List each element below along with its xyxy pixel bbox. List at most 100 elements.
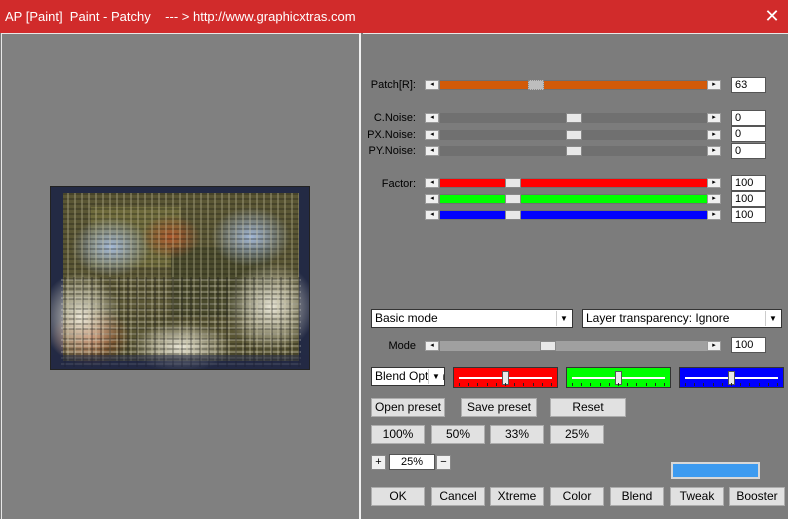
- slider-tick: [609, 383, 610, 386]
- controls-pane: [363, 33, 788, 519]
- green-color-slider[interactable]: [566, 367, 671, 388]
- factor-blue-left-arrow[interactable]: ◂: [425, 210, 439, 220]
- c-noise-value[interactable]: 0: [731, 110, 766, 126]
- zoom-25-button[interactable]: 25%: [550, 425, 604, 444]
- px-noise-label: PX.Noise:: [367, 129, 416, 141]
- slider-tick: [655, 383, 656, 386]
- slider-tick: [646, 383, 647, 386]
- zoom-value: 25%: [389, 454, 435, 470]
- preview-pane: [1, 33, 361, 519]
- patch-value[interactable]: 63: [731, 77, 766, 93]
- factor-red-value[interactable]: 100: [731, 175, 766, 191]
- factor-blue-right-arrow[interactable]: ▸: [707, 210, 721, 220]
- slider-tick: [505, 383, 506, 386]
- slider-tick: [627, 383, 628, 386]
- chevron-down-icon: ▼: [556, 311, 571, 326]
- zoom-100-button[interactable]: 100%: [371, 425, 425, 444]
- mode-label: Mode: [388, 340, 416, 352]
- booster-button[interactable]: Booster: [729, 487, 785, 506]
- red-color-slider[interactable]: [453, 367, 558, 388]
- color-button[interactable]: Color: [550, 487, 604, 506]
- c-noise-label: C.Noise:: [373, 112, 416, 124]
- slider-tick: [496, 383, 497, 386]
- save-preset-button[interactable]: Save preset: [461, 398, 537, 417]
- factor-green-left-arrow[interactable]: ◂: [425, 194, 439, 204]
- factor-red-thumb[interactable]: [505, 178, 521, 188]
- mode-value[interactable]: 100: [731, 337, 766, 353]
- patch-right-arrow[interactable]: ▸: [707, 80, 721, 90]
- slider-tick: [740, 383, 741, 386]
- factor-red-slider[interactable]: [440, 178, 707, 188]
- px-noise-thumb[interactable]: [566, 130, 582, 140]
- py-noise-label: PY.Noise:: [368, 145, 417, 157]
- reset-button[interactable]: Reset: [550, 398, 626, 417]
- open-preset-button[interactable]: Open preset: [371, 398, 445, 417]
- slider-tick: [636, 383, 637, 386]
- factor-red-fill: [440, 179, 707, 187]
- factor-red-left-arrow[interactable]: ◂: [425, 178, 439, 188]
- factor-blue-slider[interactable]: [440, 210, 707, 220]
- py-noise-left-arrow[interactable]: ◂: [425, 146, 439, 156]
- slider-tick: [749, 383, 750, 386]
- patch-left-arrow[interactable]: ◂: [425, 80, 439, 90]
- factor-green-value[interactable]: 100: [731, 191, 766, 207]
- ok-button[interactable]: OK: [371, 487, 425, 506]
- factor-label: Factor:: [381, 178, 416, 190]
- blend-options-select[interactable]: Blend Options ▼: [371, 367, 445, 386]
- xtreme-button[interactable]: Xtreme: [490, 487, 544, 506]
- c-noise-left-arrow[interactable]: ◂: [425, 113, 439, 123]
- basic-mode-select[interactable]: Basic mode ▼: [371, 309, 573, 328]
- py-noise-thumb[interactable]: [566, 146, 582, 156]
- px-noise-slider[interactable]: [440, 130, 707, 140]
- slider-tick: [572, 383, 573, 386]
- zoom-out-button[interactable]: −: [436, 455, 451, 470]
- blend-button[interactable]: Blend: [610, 487, 664, 506]
- patchy-preview-graphic: [51, 187, 309, 369]
- mode-left-arrow[interactable]: ◂: [425, 341, 439, 351]
- px-noise-value[interactable]: 0: [731, 126, 766, 142]
- cancel-button[interactable]: Cancel: [431, 487, 485, 506]
- zoom-in-button[interactable]: +: [371, 455, 386, 470]
- mode-thumb[interactable]: [540, 341, 556, 351]
- slider-tick: [542, 383, 543, 386]
- zoom-50-button[interactable]: 50%: [431, 425, 485, 444]
- factor-green-right-arrow[interactable]: ▸: [707, 194, 721, 204]
- factor-blue-value[interactable]: 100: [731, 207, 766, 223]
- mode-slider[interactable]: [440, 341, 707, 351]
- slider-tick: [664, 383, 665, 386]
- title-bar: AP [Paint] Paint - Patchy --- > http://w…: [0, 0, 788, 33]
- layer-transparency-select[interactable]: Layer transparency: Ignore ▼: [582, 309, 782, 328]
- py-noise-right-arrow[interactable]: ▸: [707, 146, 721, 156]
- py-noise-slider[interactable]: [440, 146, 707, 156]
- color-swatch[interactable]: [671, 462, 760, 479]
- c-noise-right-arrow[interactable]: ▸: [707, 113, 721, 123]
- factor-green-slider[interactable]: [440, 194, 707, 204]
- slider-tick: [551, 383, 552, 386]
- mode-right-arrow[interactable]: ▸: [707, 341, 721, 351]
- slider-tick: [533, 383, 534, 386]
- factor-red-right-arrow[interactable]: ▸: [707, 178, 721, 188]
- preview-image[interactable]: [50, 186, 310, 370]
- slider-tick: [768, 383, 769, 386]
- tweak-button[interactable]: Tweak: [670, 487, 724, 506]
- patch-slider[interactable]: [440, 80, 707, 90]
- factor-blue-thumb[interactable]: [505, 210, 521, 220]
- factor-green-thumb[interactable]: [505, 194, 521, 204]
- zoom-33-button[interactable]: 33%: [490, 425, 544, 444]
- py-noise-value[interactable]: 0: [731, 143, 766, 159]
- close-icon[interactable]: ✕: [762, 5, 782, 27]
- basic-mode-value: Basic mode: [375, 311, 438, 325]
- slider-tick: [777, 383, 778, 386]
- slider-tick: [618, 383, 619, 386]
- slider-tick: [685, 383, 686, 386]
- slider-tick: [759, 383, 760, 386]
- px-noise-right-arrow[interactable]: ▸: [707, 130, 721, 140]
- patch-thumb[interactable]: [528, 80, 544, 90]
- c-noise-thumb[interactable]: [566, 113, 582, 123]
- blue-color-slider[interactable]: [679, 367, 784, 388]
- slider-tick: [477, 383, 478, 386]
- c-noise-slider[interactable]: [440, 113, 707, 123]
- slider-tick: [713, 383, 714, 386]
- px-noise-left-arrow[interactable]: ◂: [425, 130, 439, 140]
- patch-label: Patch[R]:: [370, 79, 416, 91]
